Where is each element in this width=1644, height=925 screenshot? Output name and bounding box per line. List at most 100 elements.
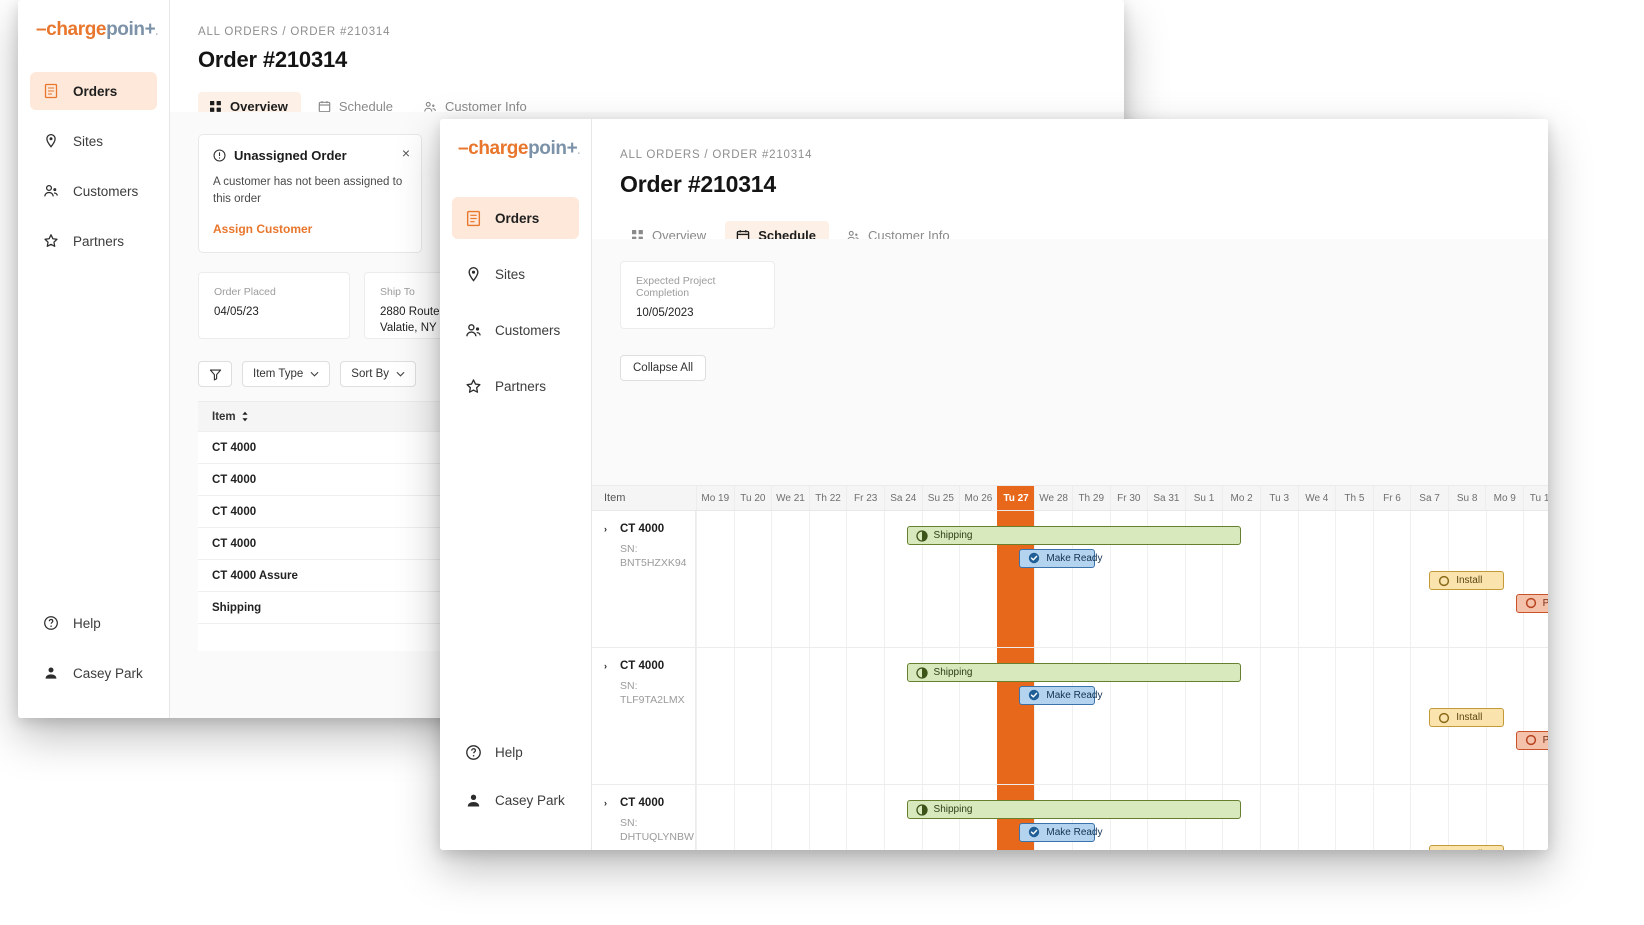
filter-button[interactable] — [198, 361, 232, 388]
collapse-all-label: Collapse All — [633, 362, 694, 374]
gantt-task-bar[interactable]: Shipping — [906, 800, 1242, 819]
sidebar-item-label: Help — [73, 615, 101, 631]
sidebar-item-help[interactable]: Help — [30, 604, 157, 642]
sidebar-item-sites[interactable]: Sites — [452, 253, 579, 295]
chargepoint-logo[interactable]: –chargepoin+. — [18, 0, 169, 56]
gantt-group-title-row[interactable]: › CT 4000 — [604, 660, 695, 672]
gantt-grid-column — [1297, 648, 1336, 784]
gantt-group-row[interactable]: › CT 4000 SN: TLF9TA2LMX Shipping Make Ready… — [592, 648, 1548, 785]
info-value: 04/05/23 — [214, 306, 259, 319]
gantt-grid-column — [1335, 511, 1373, 647]
gantt-grid-column — [733, 511, 772, 647]
gantt-task-bar[interactable]: Shipping — [906, 526, 1242, 545]
item-type-label: Item Type — [253, 368, 304, 381]
logo-dash: – — [36, 19, 47, 40]
gantt-task-bar[interactable]: Shipping — [906, 663, 1242, 682]
sidebar-item-help[interactable]: Help — [452, 732, 579, 772]
gantt-grid-column — [1297, 785, 1336, 850]
gantt-grid-column — [1260, 648, 1298, 784]
gantt-task-bar[interactable]: Make Ready — [1019, 822, 1103, 842]
gantt-group-title-row[interactable]: › CT 4000 — [604, 797, 695, 809]
sidebar-item-label: Orders — [73, 83, 118, 99]
gantt-grid-column — [1335, 785, 1373, 850]
close-icon[interactable]: × — [402, 146, 410, 160]
gantt-task-label: Pinpoint — [1542, 597, 1548, 609]
gantt-day-header: Tu 3 — [1259, 486, 1298, 510]
gantt-day-header: Th 29 — [1071, 486, 1110, 510]
gantt-grid-column — [1335, 648, 1373, 784]
chevron-down-icon — [310, 371, 319, 377]
gantt-rows[interactable]: › CT 4000 SN: BNT5HZXK94 Shipping Make Ready… — [592, 511, 1548, 850]
gantt-group-label: › CT 4000 SN: BNT5HZXK94 — [592, 511, 696, 647]
gantt-grid-column — [1372, 785, 1411, 850]
gantt-grid-column — [1485, 785, 1524, 850]
sidebar-item-customers[interactable]: Customers — [452, 309, 579, 351]
gantt-grid-column — [1410, 785, 1448, 850]
alert-card-unassigned-order: Unassigned Order × A customer has not be… — [198, 134, 422, 254]
gantt-chart[interactable]: Item Mo 19 Tu 20 We 21 Th 22 Fr 23 Sa 24 Su 25… — [592, 485, 1548, 850]
orders-icon — [42, 82, 60, 100]
logo-plus: + — [566, 138, 578, 159]
gantt-task-bar[interactable]: Install — [1429, 845, 1505, 850]
gantt-grid-column — [771, 785, 809, 850]
gantt-day-header: We 4 — [1297, 486, 1336, 510]
gantt-day-header: Fr 30 — [1109, 486, 1148, 510]
gantt-task-bar[interactable]: Install — [1429, 571, 1505, 590]
gantt-grid-column — [1523, 785, 1548, 850]
breadcrumb[interactable]: ALL ORDERS / ORDER #210314 — [592, 119, 1548, 161]
sort-by-dropdown[interactable]: Sort By — [340, 361, 417, 388]
gantt-task-bar[interactable]: Install — [1429, 708, 1505, 727]
gantt-task-bar[interactable]: Pinpoint — [1515, 593, 1548, 613]
gantt-day-header: We 21 — [771, 486, 809, 510]
gantt-group-label: › CT 4000 SN: TLF9TA2LMX — [592, 648, 696, 784]
gantt-task-label: Install — [1456, 712, 1483, 723]
gantt-day-header: Th 5 — [1335, 486, 1373, 510]
sidebar-item-label: Partners — [495, 378, 547, 394]
chevron-right-icon[interactable]: › — [604, 524, 612, 534]
chevron-right-icon[interactable]: › — [604, 798, 612, 808]
sidebar-item-label: Help — [495, 744, 523, 760]
schedule-body: Expected Project Completion 10/05/2023 C… — [592, 239, 1548, 850]
gantt-grid-column — [733, 785, 772, 850]
filter-icon — [209, 368, 222, 381]
assign-customer-link[interactable]: Assign Customer — [213, 222, 407, 236]
sidebar-item-orders[interactable]: Orders — [30, 72, 157, 110]
sidebar-item-partners[interactable]: Partners — [30, 222, 157, 260]
breadcrumb[interactable]: ALL ORDERS / ORDER #210314 — [170, 0, 1124, 38]
sort-arrows-icon — [241, 411, 249, 422]
logo-poin: poin — [528, 138, 567, 159]
logo-poin: poin — [106, 19, 145, 40]
logo-dash: – — [458, 138, 469, 159]
gantt-group-row[interactable]: › CT 4000 SN: DHTUQLYNBW Shipping Make Ready… — [592, 785, 1548, 850]
gantt-grid-column — [771, 511, 809, 647]
gantt-group-row[interactable]: › CT 4000 SN: BNT5HZXK94 Shipping Make Ready… — [592, 511, 1548, 648]
sidebar-item-orders[interactable]: Orders — [452, 197, 579, 239]
gantt-task-bar[interactable]: Make Ready — [1019, 548, 1103, 568]
chargepoint-logo[interactable]: –chargepoin+. — [440, 119, 591, 175]
cell-item: Shipping — [212, 601, 262, 614]
item-type-dropdown[interactable]: Item Type — [242, 361, 331, 388]
gantt-day-header: Fr 6 — [1372, 486, 1411, 510]
foreground-window-schedule[interactable]: –chargepoin+. Orders Sites Customers Par… — [440, 119, 1548, 850]
cell-item: CT 4000 — [212, 505, 257, 518]
star-icon — [464, 377, 482, 395]
gantt-grid-column — [1297, 511, 1336, 647]
gantt-day-header: Th 22 — [808, 486, 847, 510]
info-label: Order Placed — [214, 286, 276, 299]
column-header-item[interactable]: Item — [198, 411, 410, 423]
sidebar-item-partners[interactable]: Partners — [452, 365, 579, 407]
location-pin-icon — [464, 265, 482, 283]
sidebar-item-customers[interactable]: Customers — [30, 172, 157, 210]
gantt-grid-column — [846, 648, 884, 784]
sidebar-item-sites[interactable]: Sites — [30, 122, 157, 160]
gantt-day-header: Mo 9 — [1485, 486, 1523, 510]
sidebar-item-user[interactable]: Casey Park — [30, 654, 157, 692]
collapse-all-button[interactable]: Collapse All — [620, 355, 707, 381]
gantt-task-bar[interactable]: Pinpoint — [1515, 730, 1548, 750]
chevron-right-icon[interactable]: › — [604, 661, 612, 671]
gantt-task-bar[interactable]: Make Ready — [1019, 685, 1103, 705]
gantt-grid-column — [1372, 648, 1411, 784]
gantt-group-title-row[interactable]: › CT 4000 — [604, 523, 695, 535]
sidebar-item-user[interactable]: Casey Park — [452, 780, 579, 820]
location-pin-icon — [42, 132, 60, 150]
